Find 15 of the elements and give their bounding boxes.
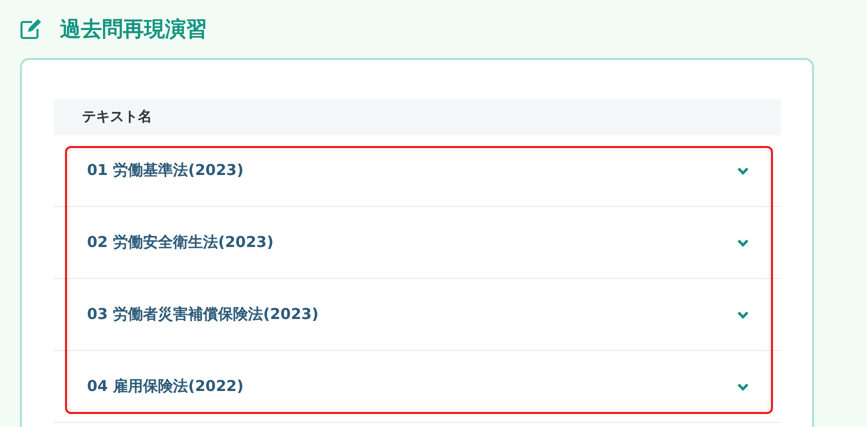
- accordion-row[interactable]: 03 労働者災害補償保険法(2023): [54, 279, 781, 351]
- row-label: 01 労働基準法(2023): [87, 161, 244, 180]
- accordion-row[interactable]: 02 労働安全衛生法(2023): [54, 207, 781, 279]
- row-label: 02 労働安全衛生法(2023): [87, 233, 274, 252]
- accordion-row[interactable]: 04 雇用保険法(2022): [54, 351, 781, 423]
- chevron-icon: [737, 310, 749, 318]
- row-label: 04 雇用保険法(2022): [87, 377, 244, 396]
- chevron-icon: [737, 382, 749, 390]
- page-title: 過去問再現演習: [60, 16, 207, 43]
- chevron-icon: [737, 238, 749, 246]
- column-header: テキスト名: [82, 108, 152, 126]
- accordion-row[interactable]: 01 労働基準法(2023): [54, 135, 781, 207]
- row-label: 03 労働者災害補償保険法(2023): [87, 305, 319, 324]
- chevron-icon: [737, 166, 749, 174]
- edit-icon: [20, 19, 42, 39]
